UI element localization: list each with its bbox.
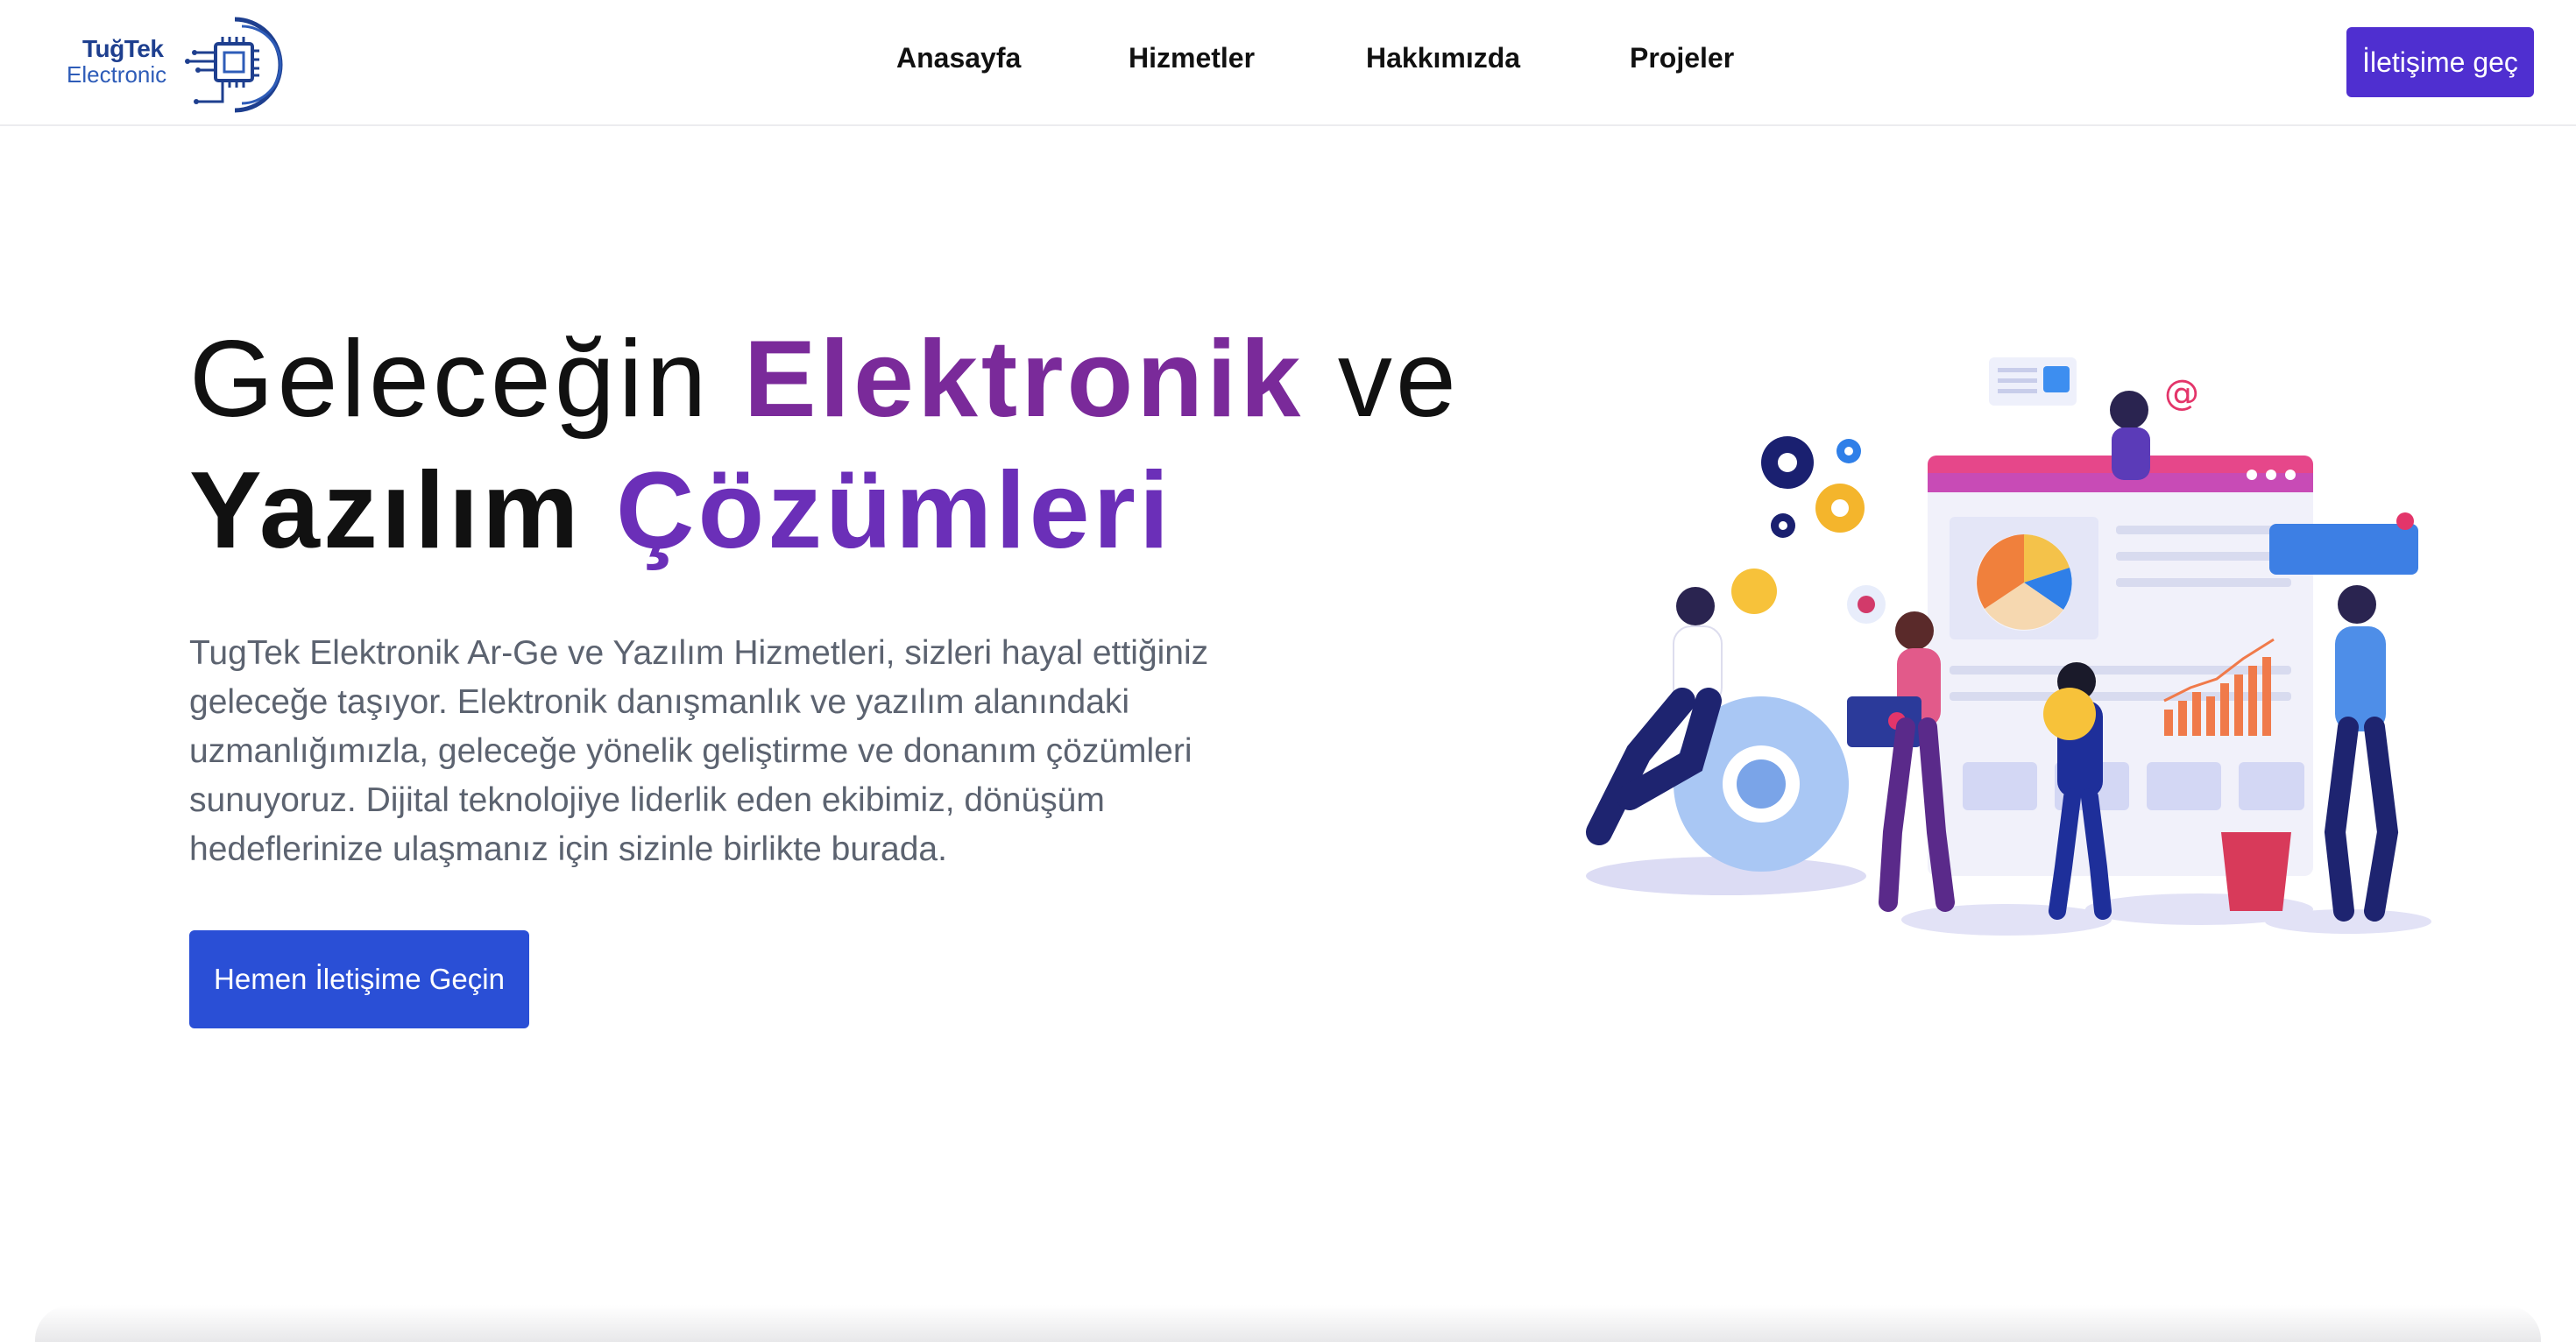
- title-word-solutions: Çözümleri: [615, 450, 1173, 571]
- lightbulb-icon: [2043, 688, 2096, 740]
- contact-button[interactable]: İletişime geç: [2346, 27, 2534, 97]
- nav-link-projects[interactable]: Projeler: [1630, 42, 1734, 74]
- nav-link-about[interactable]: Hakkımızda: [1366, 42, 1520, 74]
- title-word-software: Yazılım: [189, 450, 583, 571]
- next-section-edge: [35, 1305, 2541, 1342]
- brand-subtitle: Electronic: [67, 61, 167, 88]
- title-word-and: ve: [1337, 319, 1460, 440]
- gear-bubble-icon: [1731, 569, 1777, 614]
- nav-link-home[interactable]: Anasayfa: [896, 42, 1021, 74]
- chip-logo-icon: [185, 17, 283, 113]
- title-word-electronic: Elektronik: [743, 319, 1305, 440]
- person-tablet-icon: [1847, 611, 1955, 912]
- pie-chart-icon: [1976, 534, 2072, 631]
- shopping-bag-icon: [2221, 832, 2291, 911]
- nav-link-services[interactable]: Hizmetler: [1129, 42, 1255, 74]
- brand-logo[interactable]: TuğTek Electronic: [63, 12, 291, 116]
- social-card-icon: [2269, 524, 2418, 575]
- hero-illustration: @: [1586, 357, 2431, 936]
- hero-description: TugTek Elektronik Ar-Ge ve Yazılım Hizme…: [189, 634, 1209, 868]
- person-window-icon: [2110, 391, 2150, 480]
- title-word-future: Geleceğin: [189, 319, 711, 440]
- at-icon: @: [2164, 373, 2199, 413]
- top-navbar: TuğTek Electronic Anasayfa Hizmetler Hak…: [0, 0, 2576, 126]
- person-phone-icon: [2324, 585, 2399, 922]
- gears-icon: [1761, 436, 1865, 538]
- brand-name: TuğTek: [82, 35, 164, 62]
- hero-title: Geleceğin Elektronik ve Yazılım Çözümler…: [189, 314, 1556, 576]
- hero-contact-button[interactable]: Hemen İletişime Geçin: [189, 930, 529, 1028]
